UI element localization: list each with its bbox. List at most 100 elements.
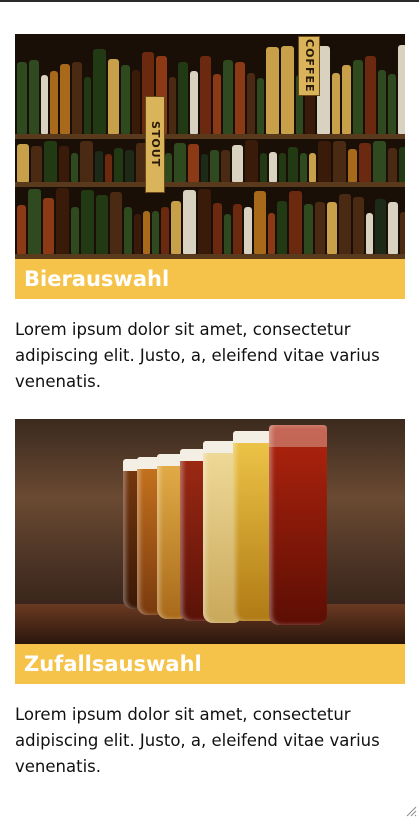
bottle (165, 153, 172, 182)
bottle (108, 59, 119, 134)
bottle (44, 141, 57, 182)
bottle (300, 153, 307, 182)
bottle (213, 74, 221, 134)
bottle (105, 154, 112, 182)
bottle (41, 75, 48, 134)
bottle (114, 148, 123, 182)
bottle (124, 207, 132, 254)
window-top-border (0, 0, 419, 2)
bottle (268, 213, 275, 254)
bottle (373, 141, 386, 182)
bottle (59, 146, 69, 182)
shelf-board (15, 254, 405, 259)
bottle (232, 145, 243, 182)
card-title[interactable]: Zufallsauswahl (15, 644, 405, 684)
bottle (188, 144, 199, 182)
bottle (266, 47, 279, 134)
bottle (378, 70, 386, 134)
bottle (257, 78, 264, 134)
bottle (244, 207, 252, 254)
bottle (50, 71, 58, 134)
bottle (315, 202, 325, 254)
bottle (288, 147, 298, 182)
bottle (60, 64, 70, 134)
bottle (17, 62, 27, 134)
bottle (132, 70, 140, 134)
bottle (80, 141, 93, 182)
bottle (309, 153, 316, 182)
bottle (201, 154, 208, 182)
bottle (332, 73, 340, 134)
card-title[interactable]: Bierauswahl (15, 259, 405, 299)
card-bierauswahl[interactable]: STOUT COFFEE Bierauswahl Lorem ipsum dol… (15, 34, 405, 395)
bottle (96, 195, 108, 254)
bottle (178, 62, 188, 134)
bottle (318, 141, 331, 182)
bottle (348, 149, 357, 182)
bottle (221, 150, 230, 182)
bottle (56, 188, 69, 254)
bottle-row (15, 44, 405, 134)
bottle (152, 211, 159, 254)
bottle (71, 153, 78, 182)
bottle (200, 56, 211, 134)
resize-grip-icon[interactable] (405, 805, 417, 817)
bottle (339, 194, 351, 254)
bottle (224, 214, 231, 254)
card-description: Lorem ipsum dolor sit amet, consectetur … (15, 705, 380, 776)
bottle (125, 150, 134, 182)
bottle (198, 189, 211, 254)
bottle (84, 77, 91, 134)
bottle (223, 60, 233, 134)
bottle (289, 191, 302, 254)
bottle (171, 201, 181, 254)
beer-shelf-photo: STOUT COFFEE (15, 34, 405, 259)
bottle (277, 201, 287, 254)
bottle (327, 202, 337, 254)
bottle (93, 49, 106, 134)
bottle (161, 207, 169, 254)
bottle (366, 213, 373, 254)
bottle (399, 147, 405, 182)
bottle (43, 198, 54, 254)
bottle (279, 153, 286, 182)
beer-glasses-photo (15, 419, 405, 644)
bottle (95, 151, 103, 182)
bottle (304, 204, 313, 254)
bottle (17, 205, 26, 254)
bottle (388, 74, 396, 134)
bottle (388, 202, 398, 254)
beer-glass (269, 425, 327, 625)
bottle (210, 150, 219, 182)
bottle (269, 152, 277, 182)
card-description: Lorem ipsum dolor sit amet, consectetur … (15, 320, 380, 391)
bottle (333, 141, 346, 182)
bottle (233, 204, 242, 254)
bottle-row (15, 139, 405, 182)
bottle (281, 46, 294, 134)
bottle (110, 192, 122, 254)
bottle (398, 45, 405, 134)
bottle (169, 77, 176, 134)
bottle (17, 144, 29, 182)
bottle (183, 190, 196, 254)
card-zufallsauswahl[interactable]: Zufallsauswahl Lorem ipsum dolor sit ame… (15, 419, 405, 780)
bottle (353, 60, 363, 134)
bottle (190, 71, 198, 134)
bottle (260, 153, 267, 182)
bottle (359, 143, 371, 182)
stout-sign: STOUT (145, 96, 165, 193)
bottle (72, 62, 82, 134)
bottle (143, 211, 150, 254)
bottle (245, 140, 258, 182)
bottle (235, 62, 245, 134)
bottle (247, 73, 255, 134)
bottle (121, 65, 130, 134)
bottle (28, 189, 41, 254)
bottle (134, 214, 141, 254)
bottle (254, 191, 266, 254)
bottle (213, 203, 222, 254)
bottle (342, 65, 351, 134)
bottle (31, 146, 42, 182)
bottle (353, 197, 364, 254)
